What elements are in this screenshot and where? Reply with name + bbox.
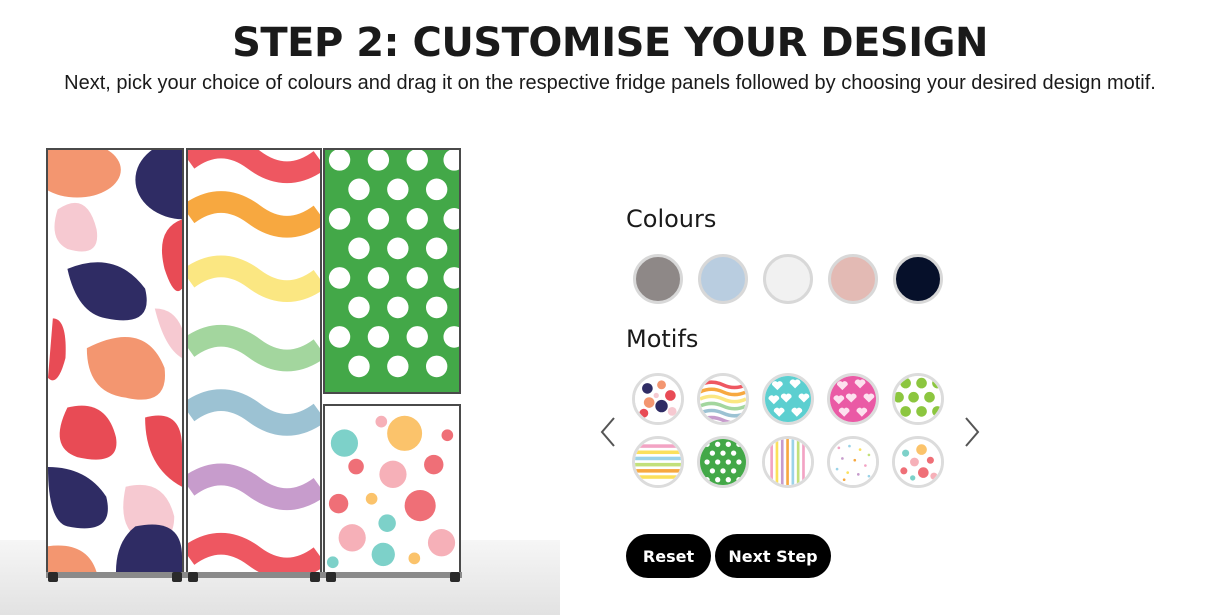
top-right-panel[interactable] <box>323 148 461 394</box>
page-subtitle: Next, pick your choice of colours and dr… <box>64 72 1156 94</box>
fridge-foot <box>172 572 182 582</box>
colour-swatch-pink[interactable] <box>828 254 878 304</box>
colour-swatch-light-blue[interactable] <box>698 254 748 304</box>
fridge-foot <box>48 572 58 582</box>
hearts-cyan-motif[interactable] <box>762 373 814 425</box>
reset-button[interactable]: Reset <box>626 534 711 578</box>
stripes-horizontal-motif[interactable] <box>632 436 684 488</box>
colour-swatch-navy[interactable] <box>893 254 943 304</box>
fridge-foot <box>310 572 320 582</box>
left-panel[interactable] <box>46 148 184 574</box>
colour-swatch-white[interactable] <box>763 254 813 304</box>
colours-label: Colours <box>626 205 717 233</box>
fridge-foot <box>450 572 460 582</box>
chevron-right-icon[interactable] <box>960 412 984 452</box>
colour-swatch-grey[interactable] <box>633 254 683 304</box>
chevron-left-icon[interactable] <box>596 412 620 452</box>
green-dots-pattern <box>325 150 459 392</box>
fridge-foot <box>326 572 336 582</box>
watercolor-dots-motif[interactable] <box>892 436 944 488</box>
waves-pattern <box>188 150 320 572</box>
fridge-foot <box>188 572 198 582</box>
next-step-button[interactable]: Next Step <box>715 534 831 578</box>
fridge-base <box>46 572 462 578</box>
stripes-vertical-motif[interactable] <box>762 436 814 488</box>
paisley-motif[interactable] <box>632 373 684 425</box>
hearts-pink-motif[interactable] <box>827 373 879 425</box>
dots-green-motif[interactable] <box>697 436 749 488</box>
watercolor-dots-pattern <box>325 406 459 572</box>
motifs-label: Motifs <box>626 325 699 353</box>
middle-panel[interactable] <box>186 148 322 574</box>
dots-lime-motif[interactable] <box>892 373 944 425</box>
page-title: STEP 2: CUSTOMISE YOUR DESIGN <box>232 20 988 66</box>
paisley-pattern <box>48 150 182 572</box>
bottom-right-panel[interactable] <box>323 404 461 574</box>
waves-motif[interactable] <box>697 373 749 425</box>
confetti-motif[interactable] <box>827 436 879 488</box>
